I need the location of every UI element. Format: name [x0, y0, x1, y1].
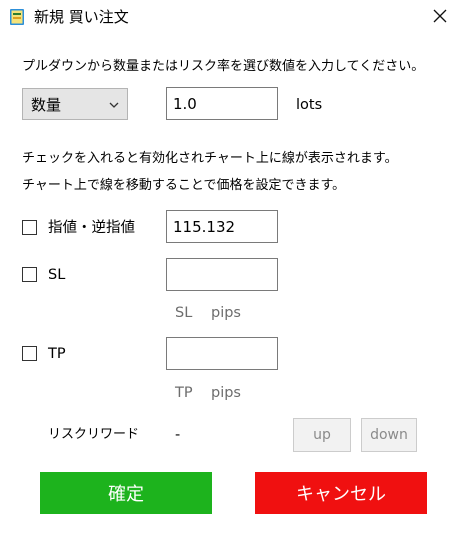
- quantity-input[interactable]: [166, 87, 278, 120]
- sl-label: SL: [48, 267, 66, 283]
- up-button[interactable]: up: [293, 418, 351, 452]
- tp-input[interactable]: [166, 337, 278, 370]
- risk-reward-value: -: [175, 427, 181, 443]
- price-input[interactable]: [166, 210, 278, 243]
- tp-pips-prefix: TP: [175, 385, 193, 401]
- quantity-unit: lots: [296, 97, 323, 113]
- price-label: 指値・逆指値: [48, 220, 135, 236]
- price-checkbox[interactable]: [22, 220, 37, 235]
- tp-pips-unit: pips: [211, 385, 241, 401]
- instruction-text: プルダウンから数量またはリスク率を選び数値を入力してください。: [22, 59, 425, 74]
- note-line-1: チェックを入れると有効化されチャート上に線が表示されます。: [22, 151, 398, 166]
- tp-label: TP: [48, 346, 66, 362]
- sl-input[interactable]: [166, 258, 278, 291]
- quantity-type-select[interactable]: 数量: [22, 88, 128, 120]
- down-button[interactable]: down: [361, 418, 417, 452]
- quantity-type-value: 数量: [31, 95, 62, 114]
- close-button[interactable]: [420, 0, 460, 34]
- tp-checkbox[interactable]: [22, 346, 37, 361]
- note-line-2: チャート上で線を移動することで価格を設定できます。: [22, 178, 346, 193]
- close-icon: [433, 8, 447, 27]
- sl-pips-prefix: SL: [175, 305, 193, 321]
- window-title: 新規 買い注文: [34, 8, 129, 26]
- sl-pips-unit: pips: [211, 305, 241, 321]
- sl-checkbox[interactable]: [22, 267, 37, 282]
- app-icon: [9, 8, 25, 26]
- chevron-down-icon: [108, 97, 120, 109]
- confirm-button[interactable]: 確定: [40, 472, 212, 514]
- risk-reward-label: リスクリワード: [48, 427, 140, 442]
- title-bar: 新規 買い注文: [0, 0, 460, 34]
- cancel-button[interactable]: キャンセル: [255, 472, 427, 514]
